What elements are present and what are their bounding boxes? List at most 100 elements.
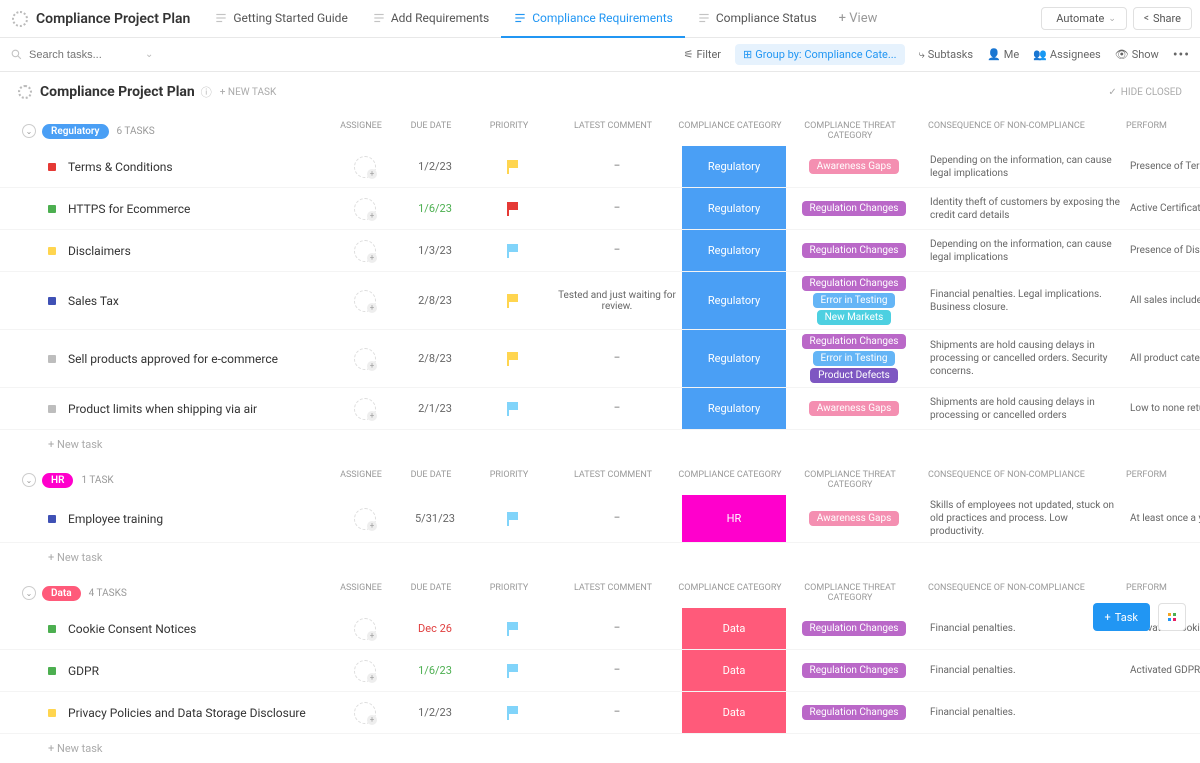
- cell-due-date[interactable]: 1/2/23: [396, 146, 474, 187]
- task-row[interactable]: Sales Tax 2/8/23 Tested and just waiting…: [0, 272, 1200, 330]
- task-main[interactable]: Terms & Conditions: [0, 146, 334, 187]
- cell-assignee[interactable]: [334, 272, 396, 329]
- col-threat-category[interactable]: COMPLIANCE THREAT CATEGORY: [782, 470, 918, 490]
- col-assignee[interactable]: ASSIGNEE: [330, 121, 392, 141]
- cell-perform[interactable]: [1130, 692, 1200, 733]
- new-task-header-button[interactable]: + NEW TASK: [220, 87, 276, 98]
- col-latest-comment[interactable]: LATEST COMMENT: [548, 121, 678, 141]
- task-main[interactable]: GDPR: [0, 650, 334, 691]
- cell-perform[interactable]: Activated GDPR: [1130, 650, 1200, 691]
- task-main[interactable]: Disclaimers: [0, 230, 334, 271]
- cell-category[interactable]: HR: [682, 495, 786, 542]
- cell-perform[interactable]: Presence of Disclain: [1130, 230, 1200, 271]
- cell-assignee[interactable]: [334, 188, 396, 229]
- cell-comment[interactable]: –: [552, 146, 682, 187]
- task-row[interactable]: HTTPS for Ecommerce 1/6/23 – Regulatory …: [0, 188, 1200, 230]
- threat-badge[interactable]: Awareness Gaps: [809, 159, 900, 174]
- task-row[interactable]: Sell products approved for e-commerce 2/…: [0, 330, 1200, 388]
- cell-consequence[interactable]: Depending on the information, can cause …: [922, 146, 1130, 187]
- group-badge[interactable]: Data: [42, 586, 81, 601]
- cell-assignee[interactable]: [334, 692, 396, 733]
- cell-threat[interactable]: Regulation Changes: [786, 650, 922, 691]
- cell-category[interactable]: Regulatory: [682, 146, 786, 187]
- cell-due-date[interactable]: 1/6/23: [396, 650, 474, 691]
- threat-badge[interactable]: Regulation Changes: [802, 621, 907, 636]
- task-title[interactable]: Product limits when shipping via air: [68, 402, 257, 416]
- task-title[interactable]: Cookie Consent Notices: [68, 622, 196, 636]
- info-icon[interactable]: ⓘ: [201, 84, 212, 100]
- col-due-date[interactable]: DUE DATE: [392, 583, 470, 603]
- threat-badge[interactable]: Regulation Changes: [802, 276, 907, 291]
- threat-badge[interactable]: Awareness Gaps: [809, 401, 900, 416]
- cell-perform[interactable]: At least once a year: [1130, 495, 1200, 542]
- col-assignee[interactable]: ASSIGNEE: [330, 583, 392, 603]
- task-row[interactable]: Cookie Consent Notices Dec 26 – Data Reg…: [0, 608, 1200, 650]
- threat-badge[interactable]: Regulation Changes: [802, 705, 907, 720]
- hide-closed-button[interactable]: ✓ HIDE CLOSED: [1108, 87, 1182, 98]
- assignees-button[interactable]: 👥Assignees: [1033, 48, 1101, 61]
- task-row[interactable]: Privacy Policies and Data Storage Disclo…: [0, 692, 1200, 734]
- task-title[interactable]: Terms & Conditions: [68, 160, 173, 174]
- assignee-icon[interactable]: [354, 398, 376, 420]
- status-square[interactable]: [48, 667, 56, 675]
- status-square[interactable]: [48, 515, 56, 523]
- cell-comment[interactable]: –: [552, 692, 682, 733]
- assignee-icon[interactable]: [354, 702, 376, 724]
- status-square[interactable]: [48, 709, 56, 717]
- cell-comment[interactable]: –: [552, 650, 682, 691]
- apps-button[interactable]: [1158, 603, 1186, 631]
- cell-priority[interactable]: [474, 692, 552, 733]
- cell-priority[interactable]: [474, 650, 552, 691]
- cell-due-date[interactable]: 1/2/23: [396, 692, 474, 733]
- cell-assignee[interactable]: [334, 230, 396, 271]
- cell-priority[interactable]: [474, 608, 552, 649]
- cell-due-date[interactable]: 2/8/23: [396, 272, 474, 329]
- group-badge[interactable]: HR: [42, 473, 73, 488]
- subtasks-button[interactable]: ⤷Subtasks: [919, 48, 973, 62]
- cell-threat[interactable]: Regulation Changes: [786, 692, 922, 733]
- cell-consequence[interactable]: Depending on the information, can cause …: [922, 230, 1130, 271]
- search-box[interactable]: ⌄: [10, 48, 170, 61]
- task-title[interactable]: Employee training: [68, 512, 163, 526]
- cell-perform[interactable]: Presence of Terms a: [1130, 146, 1200, 187]
- status-square[interactable]: [48, 355, 56, 363]
- cell-priority[interactable]: [474, 272, 552, 329]
- task-main[interactable]: Sales Tax: [0, 272, 334, 329]
- cell-threat[interactable]: Awareness Gaps: [786, 388, 922, 429]
- group-by-button[interactable]: ⊞Group by: Compliance Cate...: [735, 44, 905, 65]
- threat-badge[interactable]: Product Defects: [810, 368, 898, 383]
- cell-perform[interactable]: All sales include sal: [1130, 272, 1200, 329]
- cell-perform[interactable]: Low to none returns via air constraint: [1130, 388, 1200, 429]
- cell-comment[interactable]: –: [552, 230, 682, 271]
- more-button[interactable]: •••: [1173, 47, 1190, 63]
- cell-category[interactable]: Regulatory: [682, 272, 786, 329]
- task-title[interactable]: HTTPS for Ecommerce: [68, 202, 190, 216]
- cell-assignee[interactable]: [334, 330, 396, 387]
- threat-badge[interactable]: Regulation Changes: [802, 334, 907, 349]
- task-main[interactable]: HTTPS for Ecommerce: [0, 188, 334, 229]
- threat-badge[interactable]: New Markets: [817, 310, 892, 325]
- cell-priority[interactable]: [474, 388, 552, 429]
- new-task-row-button[interactable]: + New task: [0, 430, 1200, 459]
- cell-assignee[interactable]: [334, 495, 396, 542]
- cell-perform[interactable]: Active Certificate fo: [1130, 188, 1200, 229]
- cell-due-date[interactable]: 5/31/23: [396, 495, 474, 542]
- status-square[interactable]: [48, 625, 56, 633]
- cell-priority[interactable]: [474, 495, 552, 542]
- status-square[interactable]: [48, 297, 56, 305]
- col-latest-comment[interactable]: LATEST COMMENT: [548, 470, 678, 490]
- cell-due-date[interactable]: 2/1/23: [396, 388, 474, 429]
- assignee-icon[interactable]: [354, 618, 376, 640]
- status-square[interactable]: [48, 205, 56, 213]
- filter-button[interactable]: ⚟Filter: [684, 48, 721, 61]
- status-square[interactable]: [48, 163, 56, 171]
- collapse-icon[interactable]: ⌄: [22, 586, 36, 600]
- cell-threat[interactable]: Awareness Gaps: [786, 495, 922, 542]
- cell-comment[interactable]: –: [552, 608, 682, 649]
- cell-category[interactable]: Data: [682, 650, 786, 691]
- cell-category[interactable]: Data: [682, 608, 786, 649]
- col-latest-comment[interactable]: LATEST COMMENT: [548, 583, 678, 603]
- cell-consequence[interactable]: Financial penalties.: [922, 692, 1130, 733]
- cell-comment[interactable]: –: [552, 388, 682, 429]
- task-title[interactable]: Privacy Policies and Data Storage Disclo…: [68, 706, 306, 720]
